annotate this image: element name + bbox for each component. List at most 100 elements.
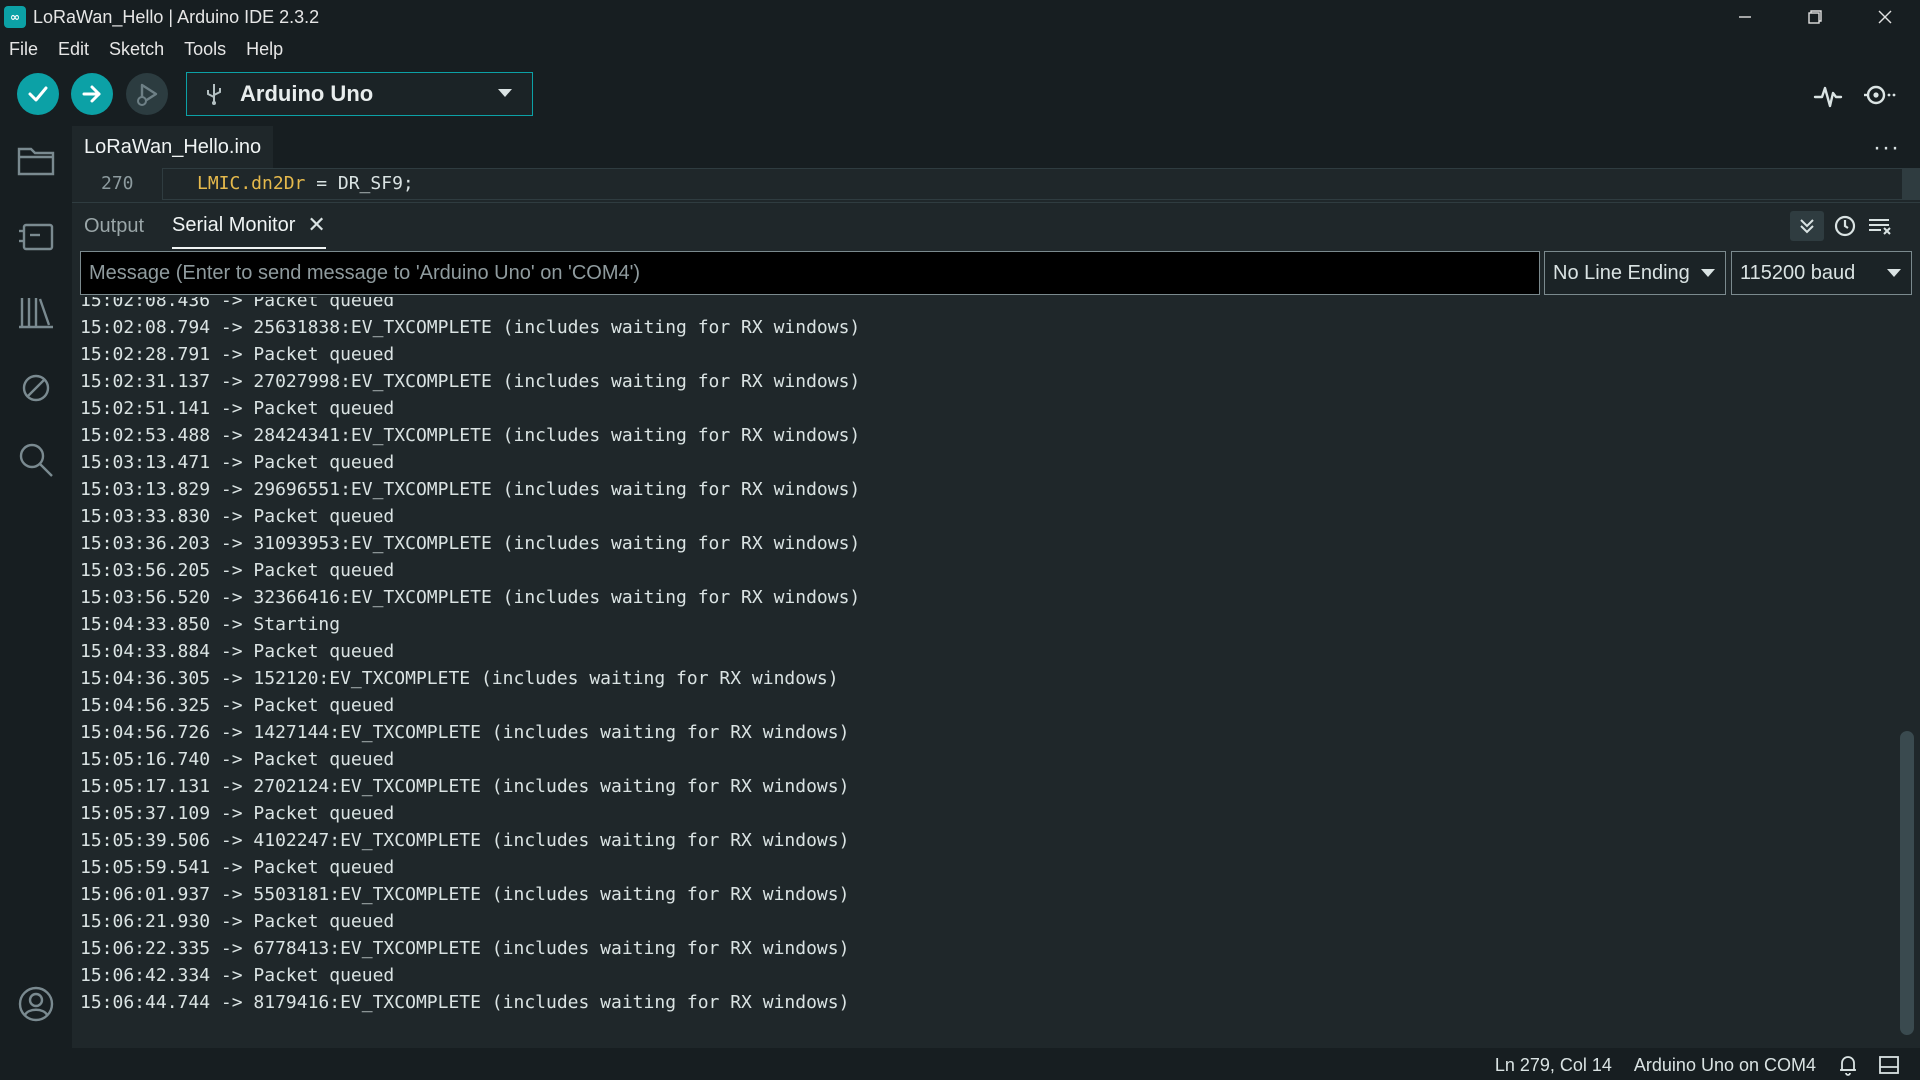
toggle-timestamp-button[interactable] [1828, 211, 1862, 241]
toggle-autoscroll-button[interactable] [1790, 211, 1824, 241]
close-window-button[interactable] [1850, 0, 1920, 34]
toggle-panel-button[interactable] [1878, 1055, 1900, 1075]
serial-output[interactable]: 15:02:08.436 -> Packet queued 15:02:08.79… [80, 297, 1880, 1047]
line-ending-select[interactable]: No Line Ending [1544, 251, 1726, 295]
serial-line: 15:03:36.203 -> 31093953:EV_TXCOMPLETE (… [80, 533, 861, 554]
tab-output-label: Output [84, 214, 145, 237]
clear-output-icon [1869, 219, 1891, 235]
menu-file[interactable]: File [9, 39, 38, 60]
menu-bar: File Edit Sketch Tools Help [0, 34, 1920, 64]
serial-line: 15:03:33.830 -> Packet queued [80, 506, 395, 527]
account-button[interactable] [14, 982, 58, 1026]
editor-area: LoRaWan_Hello.ino ··· 270 LMIC.dn2Dr = D… [72, 126, 1920, 202]
board-selector[interactable]: Arduino Uno [186, 72, 533, 116]
debug-button[interactable] [126, 73, 168, 115]
serial-line: 15:02:51.141 -> Packet queued [80, 398, 395, 419]
cursor-position[interactable]: Ln 279, Col 14 [1495, 1055, 1612, 1076]
search-button[interactable] [14, 438, 58, 482]
window-title: LoRaWan_Hello | Arduino IDE 2.3.2 [33, 6, 320, 27]
menu-edit[interactable]: Edit [58, 39, 89, 60]
account-icon [18, 986, 54, 1022]
menu-tools[interactable]: Tools [184, 39, 226, 60]
serial-line: 15:03:13.829 -> 29696551:EV_TXCOMPLETE (… [80, 479, 861, 500]
serial-line: 15:05:16.740 -> Packet queued [80, 749, 395, 770]
close-icon [1878, 10, 1892, 24]
title-bar: ∞ LoRaWan_Hello | Arduino IDE 2.3.2 [0, 0, 1920, 34]
debug-panel-button[interactable] [14, 366, 58, 410]
serial-message-input[interactable] [80, 251, 1540, 295]
serial-line: 15:05:59.541 -> Packet queued [80, 857, 395, 878]
file-tab[interactable]: LoRaWan_Hello.ino [72, 126, 274, 168]
chevron-down-icon [498, 89, 512, 97]
serial-plotter-button[interactable] [1810, 78, 1846, 112]
minimize-button[interactable] [1710, 0, 1780, 34]
scrollbar-thumb[interactable] [1900, 731, 1914, 1035]
close-tab-icon[interactable]: ✕ [307, 212, 325, 238]
verify-button[interactable] [17, 73, 59, 115]
serial-line: 15:04:33.884 -> Packet queued [80, 641, 395, 662]
status-bar: Ln 279, Col 14 Arduino Uno on COM4 [0, 1050, 1920, 1080]
double-chevron-down-icon [1800, 219, 1814, 234]
serial-line: 15:02:53.488 -> 28424341:EV_TXCOMPLETE (… [80, 425, 861, 446]
serial-monitor-button[interactable] [1862, 78, 1898, 112]
editor-tabs: LoRaWan_Hello.ino ··· [72, 126, 1920, 168]
code-rest-token: = DR_SF9; [305, 173, 414, 194]
tab-output[interactable]: Output [84, 203, 144, 249]
chevron-down-icon [1887, 269, 1901, 277]
serial-line: 15:03:13.471 -> Packet queued [80, 452, 395, 473]
serial-line: 15:02:08.436 -> Packet queued [80, 297, 395, 311]
more-icon[interactable]: ··· [1873, 134, 1900, 162]
pulse-icon [1813, 86, 1843, 108]
boards-manager-button[interactable] [14, 214, 58, 258]
usb-icon [207, 84, 221, 105]
menu-help[interactable]: Help [246, 39, 283, 60]
board-manager-icon [19, 223, 54, 251]
serial-line: 15:04:33.850 -> Starting [80, 614, 341, 635]
debug-icon [137, 83, 158, 106]
arrow-right-icon [82, 85, 101, 103]
code-editor[interactable]: 270 LMIC.dn2Dr = DR_SF9; [72, 168, 1920, 200]
search-icon [19, 443, 53, 477]
serial-line: 15:02:31.137 -> 27027998:EV_TXCOMPLETE (… [80, 371, 861, 392]
serial-input-row: No Line Ending 115200 baud [80, 251, 1912, 295]
sketchbook-button[interactable] [14, 138, 58, 182]
menu-sketch[interactable]: Sketch [109, 39, 164, 60]
tab-serial-monitor-label: Serial Monitor [172, 213, 296, 236]
serial-line: 15:03:56.520 -> 32366416:EV_TXCOMPLETE (… [80, 587, 861, 608]
tab-serial-monitor[interactable]: Serial Monitor ✕ [172, 203, 326, 249]
serial-line: 15:05:17.131 -> 2702124:EV_TXCOMPLETE (i… [80, 776, 850, 797]
debug-disabled-icon [22, 374, 50, 402]
serial-line: 15:06:22.335 -> 6778413:EV_TXCOMPLETE (i… [80, 938, 850, 959]
minimize-icon [1739, 16, 1751, 18]
board-port-status[interactable]: Arduino Uno on COM4 [1634, 1055, 1816, 1076]
clear-output-button[interactable] [1862, 211, 1896, 241]
library-icon [19, 298, 53, 329]
restore-button[interactable] [1780, 0, 1850, 34]
baud-rate-value: 115200 baud [1740, 261, 1856, 284]
serial-line: 15:02:08.794 -> 25631838:EV_TXCOMPLETE (… [80, 317, 861, 338]
library-manager-button[interactable] [14, 290, 58, 334]
baud-rate-select[interactable]: 115200 baud [1731, 251, 1912, 295]
line-ending-value: No Line Ending [1553, 261, 1690, 284]
serial-line: 15:06:42.334 -> Packet queued [80, 965, 395, 986]
serial-line: 15:06:21.930 -> Packet queued [80, 911, 395, 932]
toolbar: Arduino Uno [0, 64, 1920, 126]
serial-monitor-icon [1864, 85, 1896, 105]
restore-icon [1808, 10, 1822, 24]
code-object-token: LMIC.dn2Dr [197, 173, 306, 194]
serial-line: 15:04:56.726 -> 1427144:EV_TXCOMPLETE (i… [80, 722, 850, 743]
check-icon [28, 86, 48, 102]
serial-output-lines: 15:02:08.436 -> Packet queued 15:02:08.79… [80, 297, 860, 1016]
activity-bar [0, 126, 72, 1050]
arduino-logo-icon: ∞ [4, 6, 26, 28]
editor-minimap[interactable] [1902, 168, 1920, 200]
serial-line: 15:02:28.791 -> Packet queued [80, 344, 395, 365]
upload-button[interactable] [71, 73, 113, 115]
serial-line: 15:06:44.744 -> 8179416:EV_TXCOMPLETE (i… [80, 992, 850, 1013]
serial-line: 15:05:37.109 -> Packet queued [80, 803, 395, 824]
serial-line: 15:04:36.305 -> 152120:EV_TXCOMPLETE (in… [80, 668, 839, 689]
notifications-button[interactable] [1838, 1054, 1858, 1076]
serial-scrollbar[interactable] [1900, 297, 1914, 1047]
chevron-down-icon [1701, 269, 1715, 277]
folder-icon [17, 147, 55, 176]
